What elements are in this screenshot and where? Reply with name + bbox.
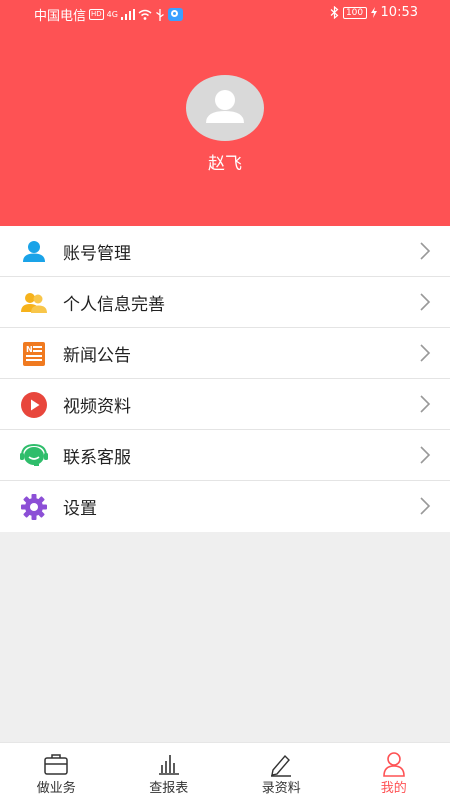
hd-badge: HD [89, 9, 104, 20]
profile-header: 中国电信 HD 4G 100 10:53 赵飞 [0, 0, 450, 226]
usb-icon [156, 8, 164, 21]
menu-item-label: 设置 [63, 499, 97, 519]
tab-label: 做业务 [36, 781, 76, 796]
chevron-right-icon [420, 344, 431, 362]
menu-item-label: 视频资料 [63, 396, 131, 417]
tab-reports[interactable]: 查报表 [113, 743, 226, 800]
bottom-tab-bar: 做业务 查报表 录资料 我的 [0, 742, 450, 800]
bluetooth-icon [330, 6, 338, 19]
tab-business[interactable]: 做业务 [0, 743, 113, 800]
pencil-icon [271, 754, 292, 777]
menu-item-settings[interactable]: 设置 [0, 481, 450, 532]
chevron-right-icon [420, 497, 431, 515]
bar-chart-icon [158, 755, 179, 775]
tab-label: 我的 [380, 781, 407, 796]
gear-icon [21, 494, 47, 520]
network-type: 4G [106, 10, 118, 19]
news-icon: N [23, 342, 45, 366]
tab-label: 查报表 [149, 781, 189, 796]
menu-item-label: 账号管理 [63, 243, 131, 264]
avatar-person-icon [206, 90, 244, 123]
charging-icon [370, 7, 377, 18]
user-icon [382, 752, 405, 777]
menu-item-label: 新闻公告 [63, 345, 131, 366]
profile-menu: 账号管理 个人信息完善 N 新闻公告 视频资料 联系客服 设置 [0, 226, 450, 532]
search-app-icon [167, 8, 183, 21]
user-name: 赵飞 [208, 154, 242, 174]
clock: 10:53 [380, 5, 418, 20]
menu-item-label: 个人信息完善 [63, 294, 165, 315]
chevron-right-icon [420, 446, 431, 464]
svg-text:N: N [26, 345, 33, 354]
menu-item-video[interactable]: 视频资料 [0, 379, 450, 430]
menu-item-label: 联系客服 [63, 447, 131, 468]
chevron-right-icon [420, 293, 431, 311]
battery-indicator: 100 [342, 6, 367, 19]
chevron-right-icon [420, 242, 431, 260]
tab-label: 录资料 [261, 781, 301, 796]
menu-item-customer-service[interactable]: 联系客服 [0, 430, 450, 481]
person-icon [23, 241, 45, 262]
carrier-label: 中国电信 [34, 9, 87, 24]
menu-item-personal-info[interactable]: 个人信息完善 [0, 277, 450, 328]
tab-mine[interactable]: 我的 [338, 743, 450, 800]
customer-service-icon [20, 443, 48, 466]
briefcase-icon [44, 754, 68, 775]
people-icon [21, 293, 47, 313]
menu-item-account[interactable]: 账号管理 [0, 226, 450, 277]
chevron-right-icon [420, 395, 431, 413]
menu-item-news[interactable]: N 新闻公告 [0, 328, 450, 379]
signal-icon [120, 9, 135, 20]
avatar[interactable] [186, 75, 264, 141]
video-play-icon [21, 392, 47, 418]
wifi-icon [138, 9, 152, 20]
status-bar: 中国电信 HD 4G 100 10:53 [0, 0, 450, 26]
tab-record[interactable]: 录资料 [225, 743, 338, 800]
